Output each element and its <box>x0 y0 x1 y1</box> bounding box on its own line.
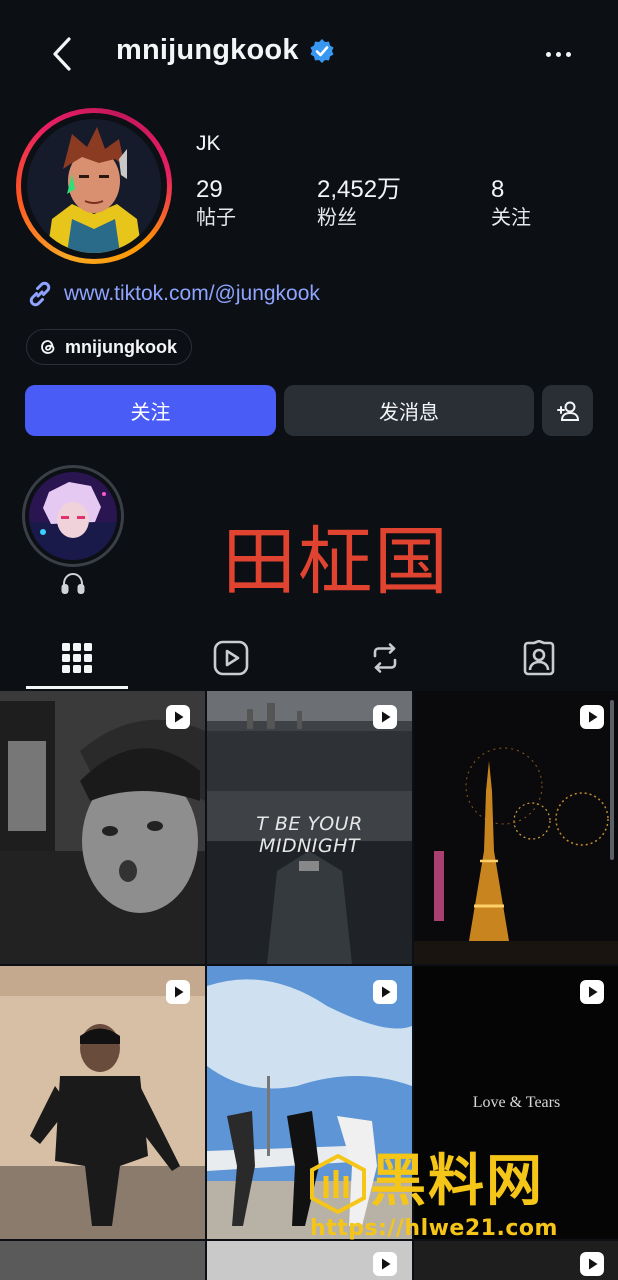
overlay-name-text: 田柾国 <box>222 519 450 605</box>
repost-icon <box>373 643 397 673</box>
reel-badge-icon <box>373 1252 397 1276</box>
grid-item[interactable] <box>0 1241 205 1280</box>
story-highlight[interactable] <box>22 465 124 567</box>
tab-tagged[interactable] <box>488 630 590 686</box>
post-thumbnail-image <box>0 966 205 1239</box>
grid-icon <box>62 643 92 673</box>
stat-value: 2,452万 <box>317 176 402 203</box>
add-person-icon <box>556 401 579 421</box>
tab-grid[interactable] <box>26 630 128 686</box>
headphones-icon <box>60 572 86 596</box>
username: mnijungkook <box>116 34 299 66</box>
scrollbar[interactable] <box>610 700 614 860</box>
stat-label: 粉丝 <box>317 207 357 229</box>
watermark-logo-icon <box>310 1154 366 1214</box>
avatar-image <box>27 119 161 253</box>
threads-icon <box>41 340 55 354</box>
reel-badge-icon <box>580 1252 604 1276</box>
tab-reels[interactable] <box>180 630 282 686</box>
stat-following[interactable]: 8 关注 <box>491 176 531 232</box>
dot-icon <box>565 51 571 57</box>
display-name: JK <box>196 132 221 155</box>
dot-icon <box>545 51 551 57</box>
post-caption-text: T BE YOUR MIDNIGHT <box>256 813 363 857</box>
reel-badge-icon <box>166 705 190 729</box>
reel-badge-icon <box>373 705 397 729</box>
bio-link-text: www.tiktok.com/@jungkook <box>64 282 320 305</box>
grid-item[interactable] <box>414 691 618 964</box>
profile-tabs <box>0 630 618 690</box>
reel-badge-icon <box>373 980 397 1004</box>
reels-icon <box>213 640 249 676</box>
stat-label: 关注 <box>491 207 531 229</box>
verified-badge-icon <box>310 38 334 63</box>
stat-followers[interactable]: 2,452万 粉丝 <box>317 176 401 232</box>
reel-badge-icon <box>580 980 604 1004</box>
watermark-title: 黑料网 <box>370 1149 544 1214</box>
grid-item[interactable]: T BE YOUR MIDNIGHT <box>207 691 412 964</box>
username-row: mnijungkook <box>116 34 335 67</box>
suggested-users-button[interactable] <box>542 385 593 436</box>
follow-button[interactable]: 关注 <box>25 385 276 436</box>
more-options-button[interactable] <box>540 42 576 66</box>
post-thumbnail-image <box>414 691 618 964</box>
stat-posts[interactable]: 29 帖子 <box>196 176 236 232</box>
back-button[interactable] <box>44 36 80 72</box>
stat-label: 帖子 <box>196 207 236 229</box>
threads-badge[interactable]: mnijungkook <box>26 329 192 365</box>
highlight-cover-image <box>29 472 117 560</box>
watermark: 黑料网 https://hlwe21.com <box>300 1150 600 1250</box>
message-button[interactable]: 发消息 <box>284 385 534 436</box>
reel-badge-icon <box>580 705 604 729</box>
stat-value: 29 <box>196 176 223 203</box>
profile-avatar[interactable] <box>16 108 172 264</box>
post-thumbnail-image <box>0 691 205 964</box>
chevron-left-icon <box>53 37 71 71</box>
threads-handle: mnijungkook <box>65 336 177 357</box>
grid-item[interactable] <box>0 966 205 1239</box>
stat-value: 8 <box>491 176 505 203</box>
reel-badge-icon <box>166 980 190 1004</box>
active-tab-indicator <box>26 686 128 689</box>
post-caption-text: Love & Tears <box>472 1094 561 1111</box>
grid-item[interactable] <box>0 691 205 964</box>
dot-icon <box>555 51 561 57</box>
watermark-url: https://hlwe21.com <box>310 1216 558 1241</box>
profile-header: mnijungkook <box>0 0 618 110</box>
tagged-person-icon <box>523 640 555 676</box>
link-icon <box>29 281 51 307</box>
bio-link[interactable]: www.tiktok.com/@jungkook <box>26 280 320 308</box>
tab-reposts[interactable] <box>334 630 436 686</box>
